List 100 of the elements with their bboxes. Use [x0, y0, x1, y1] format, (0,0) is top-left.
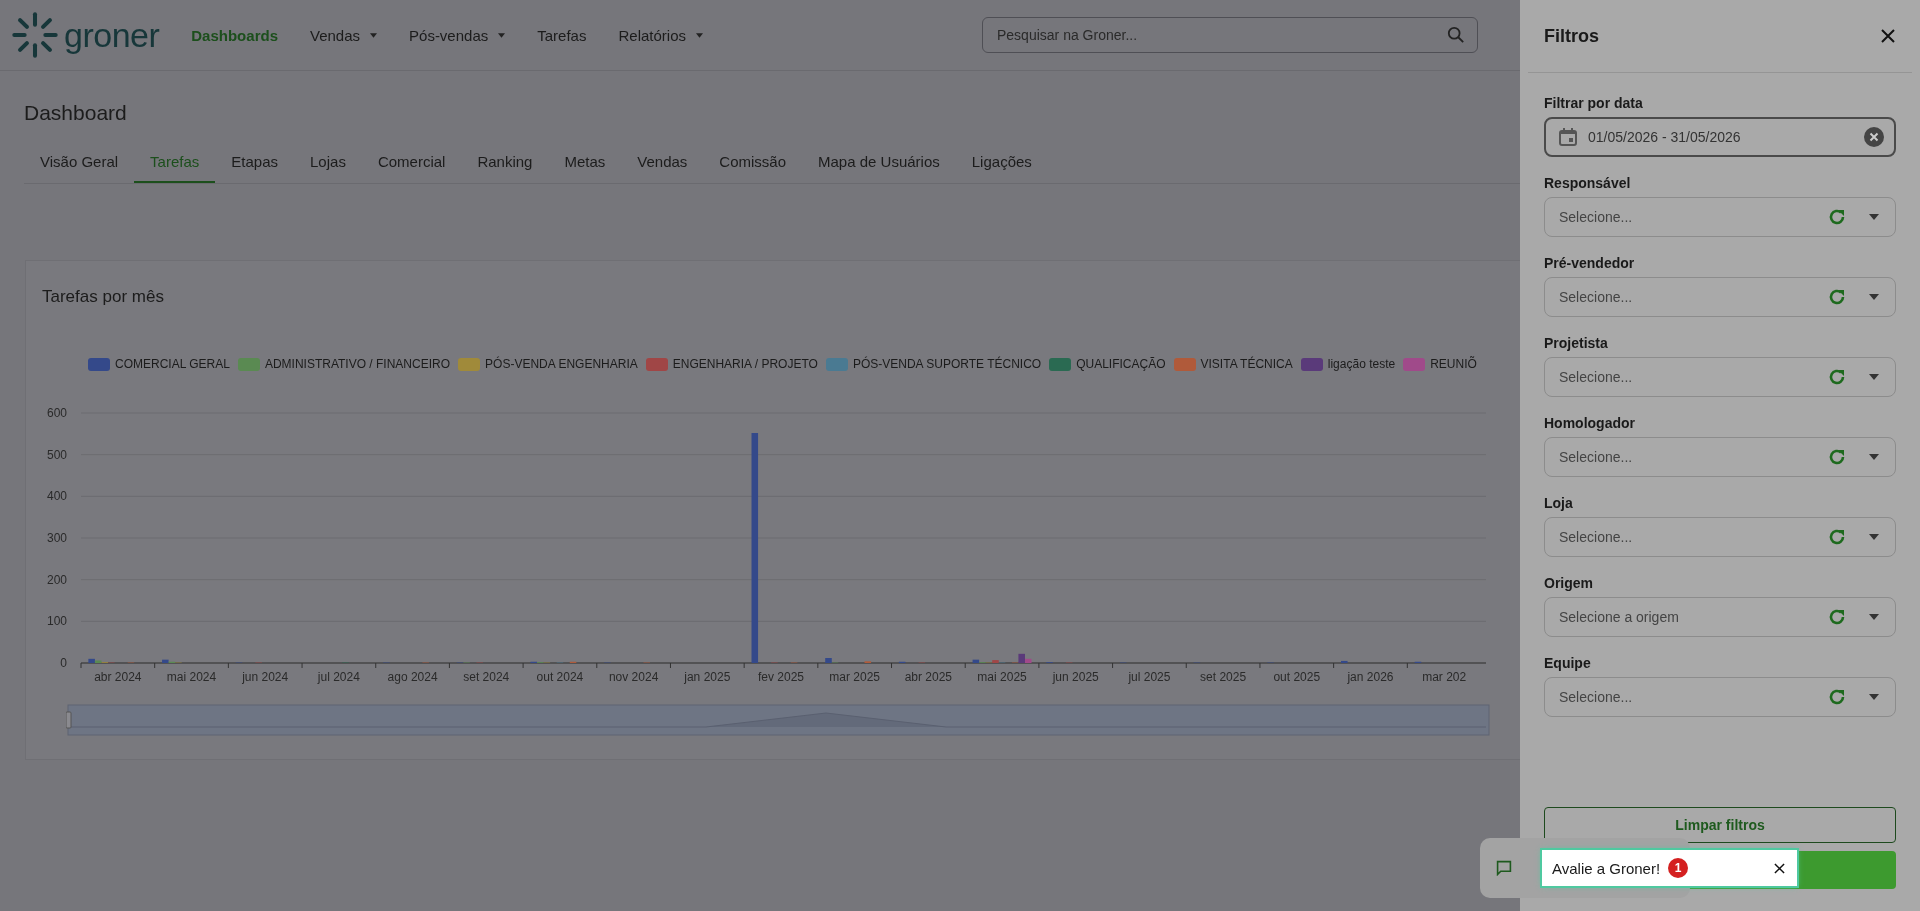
field-label: Loja	[1544, 495, 1574, 511]
tab[interactable]: Tarefas	[134, 143, 216, 183]
axis-tick-label: nov 2024	[608, 670, 659, 684]
tab[interactable]: Mapa de Usuários	[802, 143, 956, 183]
caret-icon[interactable]	[1869, 614, 1879, 620]
refresh-icon[interactable]	[1827, 287, 1847, 307]
caret-icon[interactable]	[1869, 374, 1879, 380]
select-field[interactable]: Selecione...	[1544, 197, 1896, 237]
refresh-icon[interactable]	[1827, 207, 1847, 227]
axis-tick-label: out 2024	[536, 670, 584, 684]
select-field[interactable]: Selecione...	[1544, 517, 1896, 557]
axis-tick-label: 600	[46, 406, 67, 420]
toast-message-box[interactable]: Avalie a Groner! 1	[1542, 850, 1797, 886]
tab[interactable]: Lojas	[294, 143, 362, 183]
select-field[interactable]: Selecione...	[1544, 677, 1896, 717]
search-input[interactable]: Pesquisar na Groner...	[995, 26, 1447, 44]
axis-tick-label: jul 2025	[1128, 670, 1171, 684]
axis-tick-label: 400	[46, 489, 67, 504]
legend-label[interactable]: ENGENHARIA / PROJETO	[672, 357, 818, 371]
axis-tick-label: ago 2024	[387, 670, 438, 684]
legend-label[interactable]: ligação teste	[1327, 357, 1396, 371]
date-range-field[interactable]: 01/05/2026 - 31/05/2026	[1544, 117, 1896, 157]
caret-icon[interactable]	[1869, 294, 1879, 300]
select-field[interactable]: Selecione...	[1544, 277, 1896, 317]
axis-tick-label: 0	[60, 656, 67, 670]
axis-tick-label: 200	[46, 572, 67, 587]
tab[interactable]: Ranking	[461, 143, 549, 183]
search-icon	[1447, 26, 1465, 44]
nav-link[interactable]: Relatórios	[618, 26, 703, 44]
select-input[interactable]: Selecione a origem	[1557, 597, 1805, 637]
caret-icon[interactable]	[1869, 534, 1879, 540]
tab[interactable]: Comercial	[361, 143, 462, 183]
tab[interactable]: Comissão	[703, 143, 803, 183]
select-input[interactable]: Selecione...	[1557, 677, 1805, 717]
close-icon[interactable]	[1880, 28, 1896, 44]
legend-label[interactable]: REUNIÕ	[1430, 357, 1477, 371]
axis-tick-label: mar 2025	[829, 670, 881, 684]
refresh-icon[interactable]	[1827, 447, 1847, 467]
refresh-icon[interactable]	[1827, 607, 1847, 627]
refresh-icon[interactable]	[1827, 367, 1847, 387]
axis-tick-label: mai 2025	[977, 670, 1027, 684]
field-label: Projetista	[1544, 335, 1609, 351]
refresh-icon[interactable]	[1827, 687, 1847, 707]
axis-tick-label: 500	[46, 447, 67, 462]
field-label: Equipe	[1544, 655, 1592, 671]
nav-link[interactable]: Tarefas	[537, 26, 587, 44]
tab[interactable]: Vendas	[621, 143, 704, 183]
axis-tick-label: jan 2025	[684, 670, 731, 684]
field-label: Filtrar por data	[1544, 95, 1644, 111]
axis-tick-label: jan 2026	[1347, 670, 1394, 684]
logo-icon	[12, 12, 58, 58]
nav-link[interactable]: Pós-vendas	[409, 26, 506, 44]
caret-icon[interactable]	[1869, 694, 1879, 700]
axis-tick-label: jul 2024	[317, 670, 360, 684]
caret-icon[interactable]	[1869, 214, 1879, 220]
field-label: Pré-vendedor	[1544, 255, 1636, 271]
search-field[interactable]: Pesquisar na Groner...	[982, 17, 1478, 53]
axis-tick-label: mai 2024	[166, 670, 217, 684]
axis-tick-label: mar 202	[1422, 670, 1467, 684]
clear-icon[interactable]	[1864, 127, 1884, 147]
zoom-slider[interactable]	[66, 703, 1491, 737]
select-input[interactable]: Selecione...	[1557, 437, 1805, 477]
toast-text: Avalie a Groner!	[1552, 859, 1661, 877]
card-title: Tarefas por mês	[42, 287, 165, 307]
page-title: Dashboard	[24, 101, 128, 125]
close-icon[interactable]	[1774, 862, 1785, 874]
select-field[interactable]: Selecione...	[1544, 437, 1896, 477]
axis-tick-label: jun 2025	[1052, 670, 1099, 684]
legend-label[interactable]: VISITA TÉCNICA	[1200, 357, 1293, 371]
select-input[interactable]: Selecione...	[1557, 357, 1805, 397]
tab[interactable]: Visão Geral	[24, 143, 135, 183]
legend-label[interactable]: PÓS-VENDA ENGENHARIA	[485, 357, 638, 371]
nav-link[interactable]: Dashboards	[191, 26, 278, 44]
axis-tick-label: out 2025	[1273, 670, 1321, 684]
select-input[interactable]: Selecione...	[1557, 197, 1805, 237]
select-field[interactable]: Selecione...	[1544, 357, 1896, 397]
tab[interactable]: Metas	[548, 143, 622, 183]
caret-icon[interactable]	[1869, 454, 1879, 460]
field-label: Responsável	[1544, 175, 1632, 191]
legend-label[interactable]: ADMINISTRATIVO / FINANCEIRO	[264, 357, 451, 371]
legend-label[interactable]: QUALIFICAÇÃO	[1076, 357, 1166, 371]
select-input[interactable]: Selecione...	[1557, 277, 1805, 317]
refresh-icon[interactable]	[1827, 527, 1847, 547]
select-input[interactable]: Selecione...	[1557, 517, 1805, 557]
axis-tick-label: 300	[46, 531, 67, 545]
drawer-title: Filtros	[1544, 25, 1599, 47]
date-input[interactable]: 01/05/2026 - 31/05/2026	[1586, 118, 1856, 156]
nav-link[interactable]: Vendas	[310, 26, 378, 44]
legend-label[interactable]: COMERCIAL GERAL	[115, 357, 230, 371]
field-label: Homologador	[1544, 415, 1636, 431]
notification-badge: 1	[1668, 858, 1689, 878]
select-field[interactable]: Selecione a origem	[1544, 597, 1896, 637]
field-label: Origem	[1544, 575, 1594, 591]
axis-tick-label: set 2025	[1200, 670, 1247, 684]
chat-icon	[1496, 860, 1512, 876]
tab[interactable]: Etapas	[215, 143, 294, 183]
tab[interactable]: Ligações	[955, 143, 1048, 183]
calendar-icon	[1558, 127, 1578, 147]
axis-tick-label: jun 2024	[242, 670, 289, 684]
legend-label[interactable]: PÓS-VENDA SUPORTE TÉCNICO	[852, 357, 1042, 371]
